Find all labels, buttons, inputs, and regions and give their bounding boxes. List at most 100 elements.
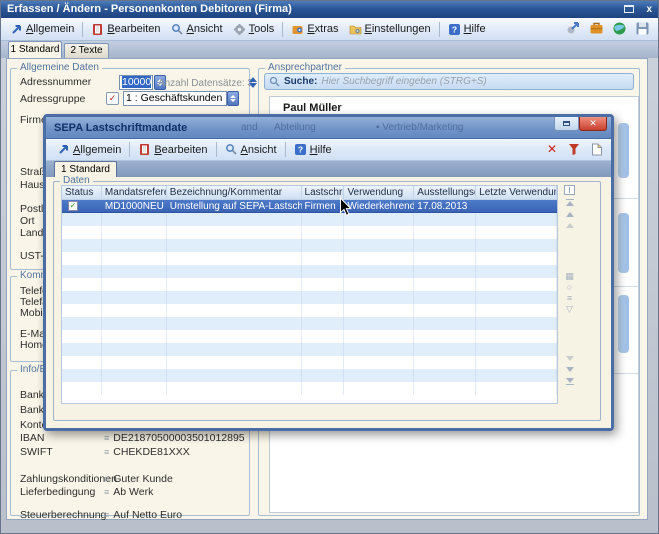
contact-search-bar[interactable]: Suche: Hier Suchbegriff eingeben (STRG+S… — [264, 73, 634, 90]
table-row[interactable] — [62, 213, 557, 226]
table-row[interactable] — [62, 239, 557, 252]
menu-ansicht[interactable]: Ansicht — [166, 21, 228, 38]
iban-value-row: ≡DE21870500003501012895 — [104, 432, 245, 445]
table-cell — [62, 239, 102, 252]
table-cell — [102, 317, 167, 330]
column-header-mandatsreferenz[interactable]: Mandatsreferenz — [102, 186, 167, 199]
dialog-close-button[interactable]: ✕ — [579, 117, 607, 131]
dialog-menu-ansicht[interactable]: Ansicht — [220, 141, 282, 158]
save-icon[interactable] — [635, 21, 650, 36]
filter-icon[interactable] — [568, 143, 580, 156]
briefcase-icon[interactable] — [589, 21, 604, 36]
table-row[interactable] — [62, 317, 557, 330]
table-cell — [302, 278, 345, 291]
close-icon[interactable]: x — [646, 2, 652, 17]
table-cell — [102, 252, 167, 265]
menu-einstellungen[interactable]: Einstellungen — [344, 21, 436, 38]
check-edit-button[interactable]: ✓ — [106, 92, 119, 105]
adressgruppe-value: 1 : Geschäftskunden — [126, 92, 222, 104]
table-row-selected[interactable]: ✓ MD1000NEU Umstellung auf SEPA-Lastschr… — [62, 200, 557, 213]
globe-icon[interactable] — [612, 21, 627, 36]
steuerberechnung-value: Auf Netto Euro — [113, 509, 182, 521]
dialog-menu-bearbeiten[interactable]: Bearbeiten — [133, 141, 212, 158]
table-cell — [167, 304, 302, 317]
dialog-titlebar[interactable]: SEPA Lastschriftmandate and Abteilung ▪ … — [46, 117, 611, 139]
menu-allgemein[interactable]: Allgemein — [5, 21, 79, 38]
scroll-up-icon[interactable] — [566, 212, 574, 217]
adressgruppe-spinner[interactable] — [227, 91, 239, 106]
table-row[interactable] — [62, 252, 557, 265]
scroll-page-up-icon[interactable] — [566, 223, 574, 228]
scroll-first-icon[interactable] — [566, 199, 574, 200]
scroll-down-icon[interactable] — [566, 367, 574, 372]
window-title: Erfassen / Ändern - Personenkonten Debit… — [7, 3, 292, 15]
filter-icon[interactable]: ▽ — [566, 304, 573, 315]
tab-label: 1 Standard — [61, 164, 110, 175]
menu-tools[interactable]: Tools — [228, 21, 280, 38]
table-cell — [344, 304, 414, 317]
search-icon[interactable]: ○ — [567, 282, 572, 293]
table-cell — [476, 356, 557, 369]
main-menubar: Allgemein Bearbeiten Ansicht Tools Extra… — [1, 18, 659, 41]
delete-icon[interactable]: ✕ — [547, 142, 557, 156]
menu-bearbeiten[interactable]: Bearbeiten — [86, 21, 165, 38]
column-header-letzte-verwendung[interactable]: Letzte Verwendung — [476, 186, 557, 199]
dialog-minimize-button[interactable] — [554, 117, 579, 131]
scroll-first-icon[interactable] — [566, 201, 574, 206]
table-row[interactable] — [62, 291, 557, 304]
table-cell — [167, 291, 302, 304]
table-row[interactable] — [62, 265, 557, 278]
settings-folder-icon — [349, 23, 362, 36]
restore-icon[interactable] — [624, 5, 634, 13]
contact-name: Paul Müller — [283, 102, 342, 114]
dialog-menu-allgemein[interactable]: Allgemein — [52, 141, 126, 158]
table-row[interactable] — [62, 382, 557, 395]
scroll-page-down-icon[interactable] — [566, 356, 574, 361]
adressgruppe-dropdown[interactable]: 1 : Geschäftskunden — [123, 91, 227, 106]
menu-hilfe[interactable]: ? Hilfe — [443, 21, 491, 38]
menu-separator — [282, 22, 283, 37]
table-row[interactable] — [62, 356, 557, 369]
swift-value-row: ≡CHEKDE81XXX — [104, 446, 190, 459]
table-cell — [302, 252, 345, 265]
table-cell — [167, 317, 302, 330]
table-cell — [302, 317, 345, 330]
edit-book-icon — [138, 143, 151, 156]
menu-extras[interactable]: Extras — [286, 21, 343, 38]
window-titlebar[interactable]: Erfassen / Ändern - Personenkonten Debit… — [1, 1, 659, 18]
table-row[interactable] — [62, 226, 557, 239]
table-cell — [344, 369, 414, 382]
sort-icon[interactable]: ≡ — [567, 293, 572, 304]
splitter-down-icon — [249, 83, 257, 88]
panel-splitter-icon[interactable] — [249, 77, 257, 88]
tab-texte[interactable]: 2 Texte — [64, 43, 109, 58]
scroll-last-icon[interactable] — [566, 384, 574, 385]
column-picker-icon[interactable] — [564, 185, 575, 195]
table-row[interactable] — [62, 343, 557, 356]
dialog-menu-hilfe[interactable]: ? Hilfe — [289, 141, 337, 158]
column-header-lastschriftart[interactable]: Lastschriftart — [302, 186, 345, 199]
table-row[interactable] — [62, 330, 557, 343]
menu-label: Ansicht — [187, 23, 223, 35]
new-document-icon[interactable] — [591, 143, 603, 156]
table-cell — [302, 239, 345, 252]
table-cell — [344, 317, 414, 330]
column-header-status[interactable]: Status — [62, 186, 102, 199]
scroll-last-icon[interactable] — [566, 378, 574, 383]
table-cell — [62, 226, 102, 239]
table-cell — [167, 226, 302, 239]
grid-view-icon[interactable]: ▦ — [565, 271, 574, 282]
table-cell — [302, 343, 345, 356]
card-selection-strip — [618, 213, 629, 273]
edit-book-icon — [91, 23, 104, 36]
verwendung-cell: Wiederkehrend — [344, 200, 414, 212]
tab-label: 2 Texte — [70, 45, 102, 56]
table-row[interactable] — [62, 304, 557, 317]
table-row[interactable] — [62, 369, 557, 382]
tab-standard[interactable]: 1 Standard — [8, 41, 62, 58]
share-icon[interactable] — [566, 21, 581, 36]
column-header-verwendung[interactable]: Verwendung — [344, 186, 414, 199]
column-header-ausstellungsdatum[interactable]: Ausstellungsdatum — [414, 186, 476, 199]
column-header-bezeichnung[interactable]: Bezeichnung/Kommentar — [167, 186, 302, 199]
table-row[interactable] — [62, 278, 557, 291]
